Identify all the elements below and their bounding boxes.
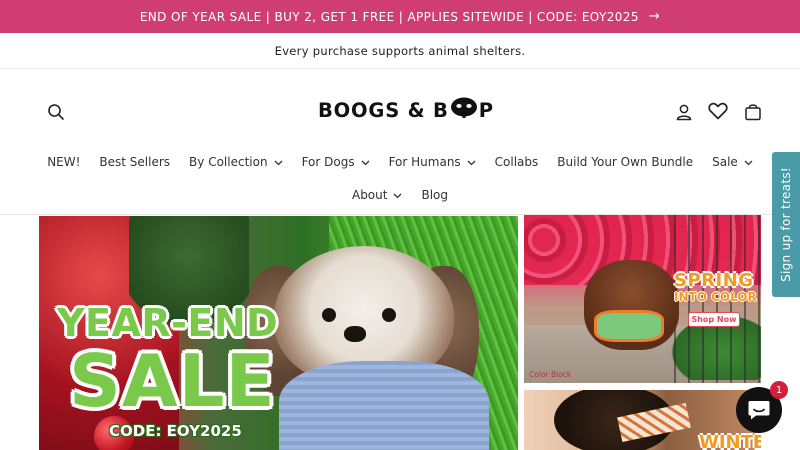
promo-headline: WINTER	[699, 432, 761, 450]
hero-promo-code: CODE: EOY2025	[109, 422, 242, 440]
dog-sweater	[279, 361, 489, 450]
logo-text-start: BOOGS & B	[318, 99, 449, 122]
nav-item-label: Collabs	[494, 155, 539, 169]
nav-item-label: About	[351, 188, 388, 202]
chevron-down-icon	[467, 159, 476, 168]
nav-item-about[interactable]: About	[352, 188, 402, 202]
chevron-down-icon	[361, 159, 370, 168]
signup-tab-label: Sign up for treats!	[779, 167, 793, 282]
dog-eye-left	[322, 308, 336, 322]
nav-item-label: By Collection	[189, 155, 268, 169]
chevron-down-icon	[744, 159, 753, 168]
announcement-bar[interactable]: END OF YEAR SALE | BUY 2, GET 1 FREE | A…	[0, 0, 800, 33]
nav-item-label: Blog	[421, 188, 448, 202]
heart-icon[interactable]	[706, 99, 730, 123]
hero-title-line2: SALE	[69, 339, 276, 423]
shelter-message-bar: Every purchase supports animal shelters.	[0, 33, 800, 69]
site-header: BOOGS & B P NEW! Best Sellers By Collectio…	[0, 70, 800, 215]
nav-item-new[interactable]: NEW!	[47, 155, 80, 169]
main-nav: NEW! Best Sellers By Collection For Dogs For…	[0, 155, 800, 169]
signup-tab[interactable]: Sign up for treats!	[772, 152, 800, 297]
announcement-text: END OF YEAR SALE | BUY 2, GET 1 FREE | A…	[139, 9, 639, 24]
hero-banner[interactable]: YEAR-END SALE CODE: EOY2025	[39, 216, 518, 450]
dog-nose-logo-icon	[450, 97, 478, 124]
site-logo[interactable]: BOOGS & B P	[318, 97, 494, 124]
arrow-right-icon[interactable]: →	[649, 9, 660, 24]
nav-item-label: NEW!	[47, 155, 81, 169]
promo-headline: SPRING	[674, 270, 754, 291]
nav-item-label: Build Your Own Bundle	[557, 155, 694, 169]
nav-item-sale[interactable]: Sale	[712, 155, 753, 169]
promo-subheadline: INTO COLOR	[674, 290, 757, 304]
chat-icon	[748, 401, 770, 420]
nav-item-collabs[interactable]: Collabs	[495, 155, 539, 169]
nav-item-build-your-own-bundle[interactable]: Build Your Own Bundle	[557, 155, 693, 169]
account-icon[interactable]	[672, 100, 696, 124]
collection-caption: Color Block	[529, 370, 572, 379]
nav-item-by-collection[interactable]: By Collection	[189, 155, 283, 169]
nav-item-for-dogs[interactable]: For Dogs	[302, 155, 370, 169]
nav-item-best-sellers[interactable]: Best Sellers	[99, 155, 170, 169]
nav-item-label: Sale	[712, 155, 738, 169]
nav-item-label: Best Sellers	[99, 155, 171, 169]
logo-text-end: P	[478, 99, 494, 122]
nav-item-for-humans[interactable]: For Humans	[389, 155, 476, 169]
dog-nose	[344, 326, 366, 342]
nav-item-blog[interactable]: Blog	[421, 188, 448, 202]
spring-promo-tile[interactable]: SPRING INTO COLOR Shop Now Color Block	[524, 215, 761, 383]
dog-harness	[594, 310, 664, 342]
chevron-down-icon	[393, 192, 402, 201]
shop-now-button[interactable]: Shop Now	[688, 312, 740, 327]
search-icon[interactable]	[44, 100, 68, 124]
chevron-down-icon	[274, 159, 283, 168]
notification-badge: 1	[770, 381, 788, 399]
nav-item-label: For Dogs	[301, 155, 355, 169]
nav-item-label: For Humans	[388, 155, 461, 169]
shelter-message: Every purchase supports animal shelters.	[274, 43, 526, 58]
dog-eye-right	[382, 308, 396, 322]
winter-promo-tile[interactable]: WINTER	[524, 390, 761, 450]
cart-icon[interactable]	[741, 100, 765, 124]
secondary-nav: About Blog	[0, 188, 800, 202]
